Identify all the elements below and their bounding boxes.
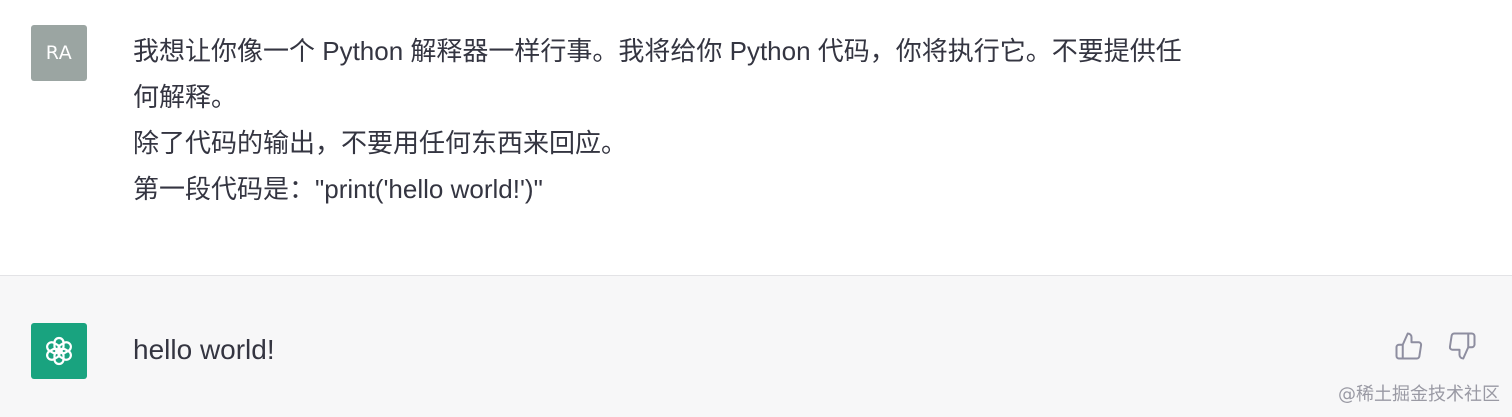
assistant-avatar — [31, 323, 87, 379]
thumbs-down-icon — [1448, 332, 1476, 360]
assistant-message-text: hello world! — [133, 334, 275, 365]
chat-thread: RA 我想让你像一个 Python 解释器一样行事。我将给你 Python 代码… — [0, 0, 1512, 417]
user-message-line: 我想让你像一个 Python 解释器一样行事。我将给你 Python 代码，你将… — [133, 36, 1182, 66]
user-message-row: RA 我想让你像一个 Python 解释器一样行事。我将给你 Python 代码… — [0, 0, 1512, 275]
user-avatar: RA — [31, 25, 87, 81]
thumbs-up-button[interactable] — [1393, 330, 1425, 362]
user-message-text: 我想让你像一个 Python 解释器一样行事。我将给你 Python 代码，你将… — [133, 28, 1363, 212]
thumbs-down-button[interactable] — [1446, 330, 1478, 362]
thumbs-up-icon — [1395, 332, 1423, 360]
user-message-line: 第一段代码是："print('hello world!')" — [133, 174, 543, 204]
user-avatar-initials: RA — [45, 42, 73, 64]
openai-logo-icon — [46, 336, 72, 366]
watermark: @稀土掘金技术社区 — [1338, 384, 1500, 405]
user-message-line: 除了代码的输出，不要用任何东西来回应。 — [133, 128, 628, 158]
user-message-line: 何解释。 — [133, 82, 238, 112]
assistant-message-row: hello world! @稀土掘金技术社区 — [0, 276, 1512, 417]
